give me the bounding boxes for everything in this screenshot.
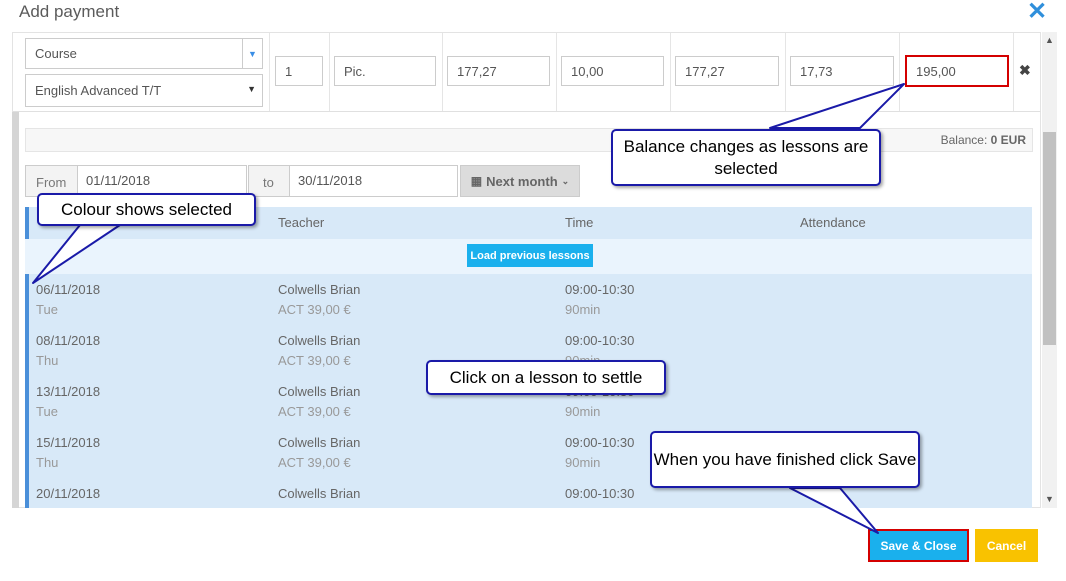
- colour-callout: Colour shows selected: [37, 193, 256, 226]
- click-lesson-callout: Click on a lesson to settle: [426, 360, 666, 395]
- annotation-arrows: [32, 83, 905, 534]
- balance-callout-pointer: [769, 83, 905, 129]
- finish-callout: When you have finished click Save: [650, 431, 920, 488]
- colour-callout-pointer: [32, 224, 121, 284]
- balance-callout: Balance changes as lessons are selected: [611, 129, 881, 186]
- finish-callout-pointer: [789, 487, 879, 534]
